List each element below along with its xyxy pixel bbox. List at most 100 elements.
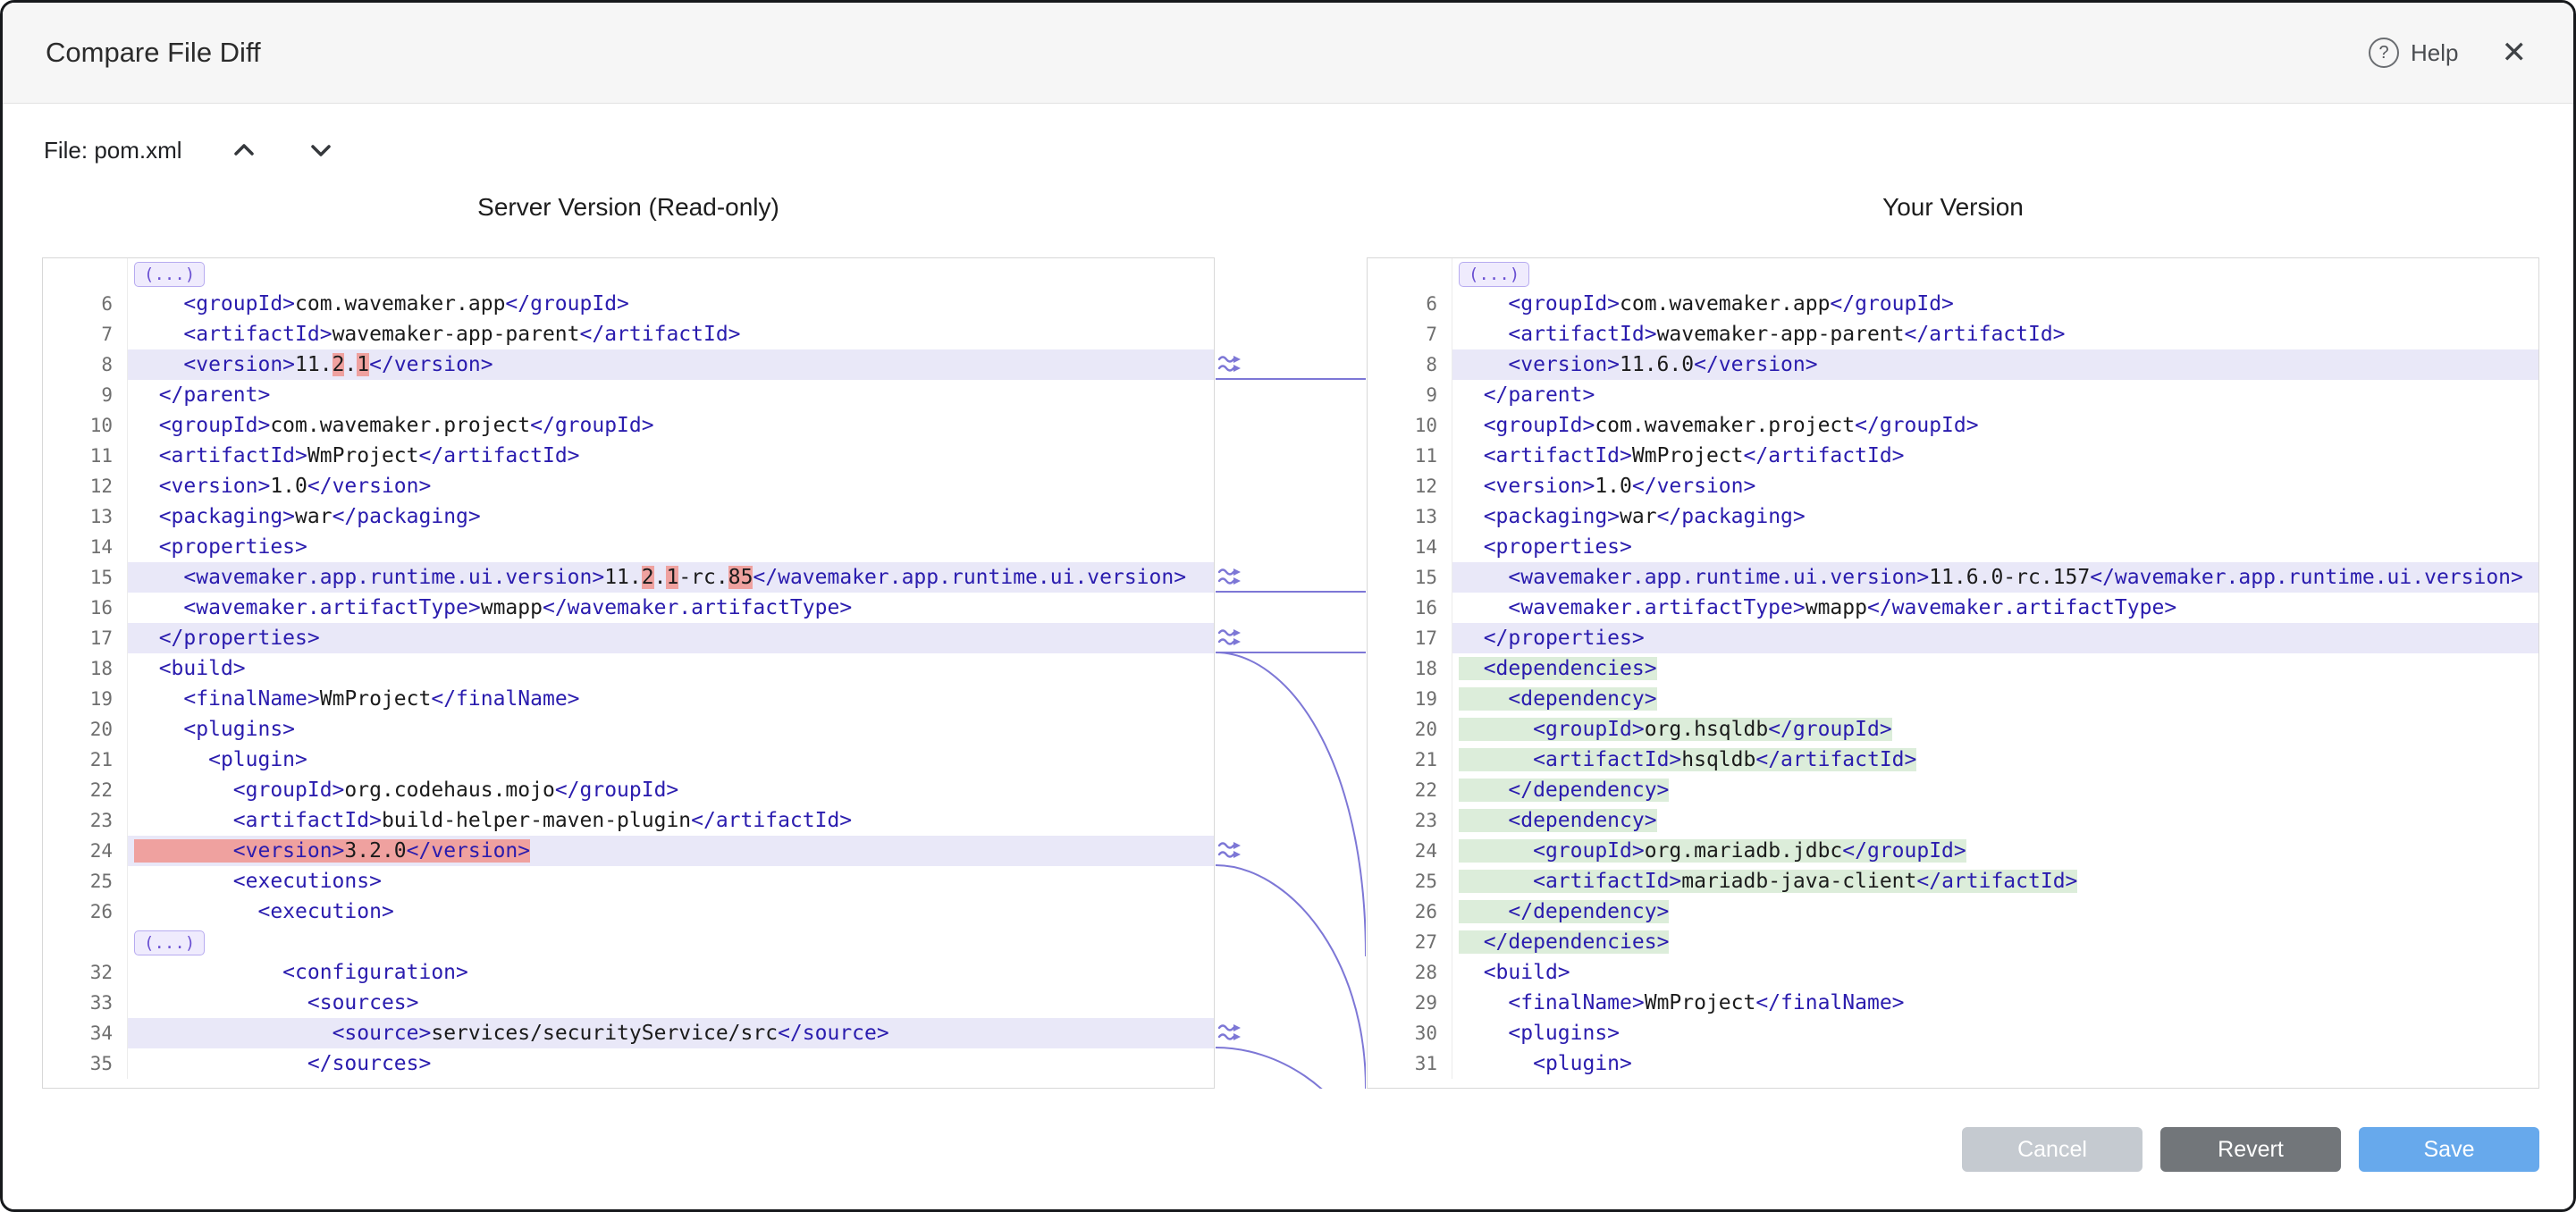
- line-number: 26: [43, 896, 128, 927]
- line-number: 12: [43, 471, 128, 501]
- code-text: <packaging>war</packaging>: [1452, 501, 2538, 532]
- code-text: <configuration>: [128, 957, 1214, 988]
- code-line: 9 </parent>: [1368, 380, 2538, 410]
- code-line: 10 <groupId>com.wavemaker.project</group…: [1368, 410, 2538, 441]
- code-line: 15 <wavemaker.app.runtime.ui.version>11.…: [1368, 562, 2538, 593]
- line-number: 7: [43, 319, 128, 349]
- code-text: <artifactId>wavemaker-app-parent</artifa…: [1452, 319, 2538, 349]
- code-line: 7 <artifactId>wavemaker-app-parent</arti…: [43, 319, 1214, 349]
- code-line: 21 <plugin>: [43, 745, 1214, 775]
- code-text: <version>3.2.0</version>: [128, 836, 1214, 866]
- code-text: <dependency>: [1452, 684, 2538, 714]
- line-number: 26: [1368, 896, 1452, 927]
- code-text: <build>: [128, 653, 1214, 684]
- code-line: 18 <build>: [43, 653, 1214, 684]
- code-text: <source>services/securityService/src</so…: [128, 1018, 1214, 1048]
- code-line: 18 <dependencies>: [1368, 653, 2538, 684]
- code-text: <dependencies>: [1452, 653, 2538, 684]
- code-text: <wavemaker.app.runtime.ui.version>11.2.1…: [128, 562, 1214, 593]
- code-text: <execution>: [128, 896, 1214, 927]
- code-line: 19 <dependency>: [1368, 684, 2538, 714]
- code-text: <packaging>war</packaging>: [128, 501, 1214, 532]
- code-text: <artifactId>WmProject</artifactId>: [1452, 441, 2538, 471]
- line-number: 22: [43, 775, 128, 805]
- change-marker-icon[interactable]: [1217, 839, 1250, 861]
- cancel-button[interactable]: Cancel: [1962, 1127, 2142, 1172]
- code-text: <artifactId>wavemaker-app-parent</artifa…: [128, 319, 1214, 349]
- help-button[interactable]: ? Help: [2369, 38, 2458, 68]
- server-version-title: Server Version (Read-only): [42, 187, 1215, 228]
- code-text: <wavemaker.app.runtime.ui.version>11.6.0…: [1452, 562, 2538, 593]
- code-line: 23 <dependency>: [1368, 805, 2538, 836]
- code-line: 7 <artifactId>wavemaker-app-parent</arti…: [1368, 319, 2538, 349]
- line-number: 12: [1368, 471, 1452, 501]
- line-number: 25: [1368, 866, 1452, 896]
- server-version-pane[interactable]: (...)6 <groupId>com.wavemaker.app</group…: [42, 257, 1215, 1089]
- code-line: 24 <groupId>org.mariadb.jdbc</groupId>: [1368, 836, 2538, 866]
- change-marker-icon[interactable]: [1217, 1022, 1250, 1043]
- line-number: 19: [43, 684, 128, 714]
- code-line: 20 <plugins>: [43, 714, 1214, 745]
- line-number: 8: [1368, 349, 1452, 380]
- line-number: 9: [43, 380, 128, 410]
- line-number: 24: [1368, 836, 1452, 866]
- code-line: 31 <plugin>: [1368, 1048, 2538, 1079]
- code-text: <properties>: [1452, 532, 2538, 562]
- code-text: </properties>: [1452, 623, 2538, 653]
- code-text: <version>11.6.0</version>: [1452, 349, 2538, 380]
- line-number: 22: [1368, 775, 1452, 805]
- save-button[interactable]: Save: [2359, 1127, 2539, 1172]
- code-text: <wavemaker.artifactType>wmapp</wavemaker…: [1452, 593, 2538, 623]
- line-number: 18: [1368, 653, 1452, 684]
- code-line: 16 <wavemaker.artifactType>wmapp</wavema…: [1368, 593, 2538, 623]
- line-number: 23: [1368, 805, 1452, 836]
- code-text: <plugin>: [128, 745, 1214, 775]
- line-number: 23: [43, 805, 128, 836]
- code-text: </dependency>: [1452, 896, 2538, 927]
- code-text: </sources>: [128, 1048, 1214, 1079]
- line-number: 31: [1368, 1048, 1452, 1079]
- code-line: 17 </properties>: [1368, 623, 2538, 653]
- code-line: 12 <version>1.0</version>: [43, 471, 1214, 501]
- dialog-header: Compare File Diff ? Help ✕: [3, 3, 2573, 104]
- code-text: <sources>: [128, 988, 1214, 1018]
- line-number: 20: [1368, 714, 1452, 745]
- code-text: <artifactId>mariadb-java-client</artifac…: [1452, 866, 2538, 896]
- collapsed-region-chip[interactable]: (...): [134, 262, 205, 287]
- code-line: 15 <wavemaker.app.runtime.ui.version>11.…: [43, 562, 1214, 593]
- code-line: 27 </dependencies>: [1368, 927, 2538, 957]
- line-number: 6: [43, 289, 128, 319]
- change-marker-icon[interactable]: [1217, 566, 1250, 587]
- line-number: 14: [43, 532, 128, 562]
- code-line: 32 <configuration>: [43, 957, 1214, 988]
- line-number: 10: [43, 410, 128, 441]
- line-number: 25: [43, 866, 128, 896]
- code-line: 29 <finalName>WmProject</finalName>: [1368, 988, 2538, 1018]
- code-text: (...): [128, 258, 1214, 289]
- code-line: 10 <groupId>com.wavemaker.project</group…: [43, 410, 1214, 441]
- line-number: 17: [1368, 623, 1452, 653]
- line-number: 16: [43, 593, 128, 623]
- next-diff-button[interactable]: [306, 139, 336, 162]
- line-number: 11: [1368, 441, 1452, 471]
- code-line: 19 <finalName>WmProject</finalName>: [43, 684, 1214, 714]
- your-version-pane[interactable]: (...)6 <groupId>com.wavemaker.app</group…: [1367, 257, 2539, 1089]
- line-number: 19: [1368, 684, 1452, 714]
- collapsed-region-chip[interactable]: (...): [134, 930, 205, 955]
- change-marker-icon[interactable]: [1217, 353, 1250, 375]
- line-number: 16: [1368, 593, 1452, 623]
- line-number: 34: [43, 1018, 128, 1048]
- close-icon[interactable]: ✕: [2502, 38, 2528, 68]
- collapsed-region-chip[interactable]: (...): [1459, 262, 1529, 287]
- diff-gutter: [1216, 257, 1366, 1089]
- prev-diff-button[interactable]: [229, 139, 259, 162]
- line-number: 11: [43, 441, 128, 471]
- code-line: 8 <version>11.2.1</version>: [43, 349, 1214, 380]
- code-line: 30 <plugins>: [1368, 1018, 2538, 1048]
- line-number: 30: [1368, 1018, 1452, 1048]
- revert-button[interactable]: Revert: [2160, 1127, 2341, 1172]
- code-text: <plugin>: [1452, 1048, 2538, 1079]
- code-line: 25 <executions>: [43, 866, 1214, 896]
- collapsed-region-row: (...): [1368, 258, 2538, 289]
- change-marker-icon[interactable]: [1217, 627, 1250, 648]
